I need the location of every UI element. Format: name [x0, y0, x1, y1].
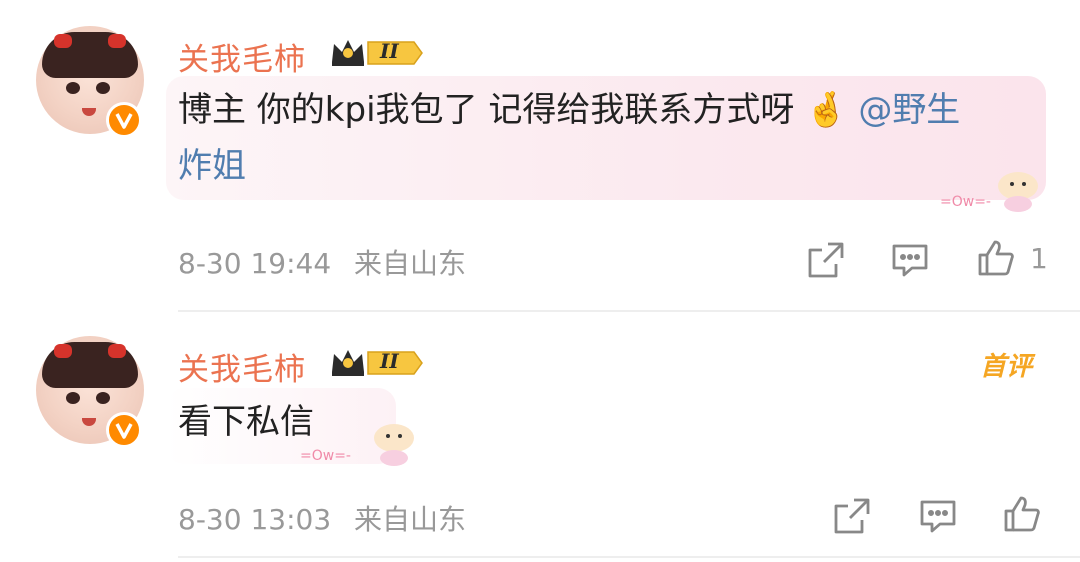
location: 来自山东 [354, 247, 467, 280]
crossed-fingers-emoji: 🤞 [805, 90, 848, 130]
timestamp: 8-30 13:03 [178, 503, 332, 536]
comment-meta: 8-30 19:44 来自山东 [178, 242, 466, 282]
avatar-mouth [82, 108, 96, 116]
comment-divider [178, 556, 1080, 558]
level-badge-text: II [380, 39, 399, 63]
comment-icon[interactable] [890, 240, 930, 280]
crown-icon[interactable]: II [328, 346, 424, 380]
sticker-text: =Ow=- [940, 194, 991, 210]
comment-item: 关我毛柿 II 博主 你的kpi我包了 记得给我联系方式呀 🤞 @野生 炸姐 =… [0, 0, 1080, 310]
level-badge-text: II [380, 349, 399, 373]
comment-meta: 8-30 13:03 来自山东 [178, 498, 466, 538]
timestamp: 8-30 19:44 [178, 247, 332, 280]
avatar-bow [108, 34, 126, 48]
avatar-eye [96, 392, 110, 404]
comment-text-main: 博主 你的kpi我包了 记得给我联系方式呀 [178, 90, 795, 130]
comment-icon[interactable] [918, 496, 958, 536]
comment-item: 关我毛柿 II 首评 看下私信 =Ow=- 8-30 13:03 来自山东 [0, 312, 1080, 562]
avatar-bow [108, 344, 126, 358]
mention-link[interactable]: @野生 [858, 90, 960, 130]
like-count: 1 [1030, 242, 1048, 275]
verified-v-icon [106, 412, 142, 448]
verified-v-icon [106, 102, 142, 138]
like-icon[interactable] [976, 238, 1016, 278]
crown-icon[interactable]: II [328, 36, 424, 70]
share-icon[interactable] [806, 240, 846, 280]
like-icon[interactable] [1002, 494, 1042, 534]
avatar-eye [66, 392, 80, 404]
mention-link-continued[interactable]: 炸姐 [178, 138, 1038, 194]
avatar-bow [54, 34, 72, 48]
sticker-text: =Ow=- [300, 448, 351, 464]
sticker-decoration: =Ow=- [936, 160, 1046, 216]
username[interactable]: 关我毛柿 [178, 344, 306, 389]
avatar-mouth [82, 418, 96, 426]
avatar-eye [66, 82, 80, 94]
comment-text: 博主 你的kpi我包了 记得给我联系方式呀 🤞 @野生 炸姐 [178, 82, 1038, 194]
first-comment-badge: 首评 [980, 352, 1033, 382]
avatar-eye [96, 82, 110, 94]
location: 来自山东 [354, 503, 467, 536]
share-icon[interactable] [832, 496, 872, 536]
username[interactable]: 关我毛柿 [178, 34, 306, 79]
comment-text: 看下私信 [178, 402, 314, 442]
avatar-bow [54, 344, 72, 358]
sticker-decoration: =Ow=- [296, 412, 426, 472]
